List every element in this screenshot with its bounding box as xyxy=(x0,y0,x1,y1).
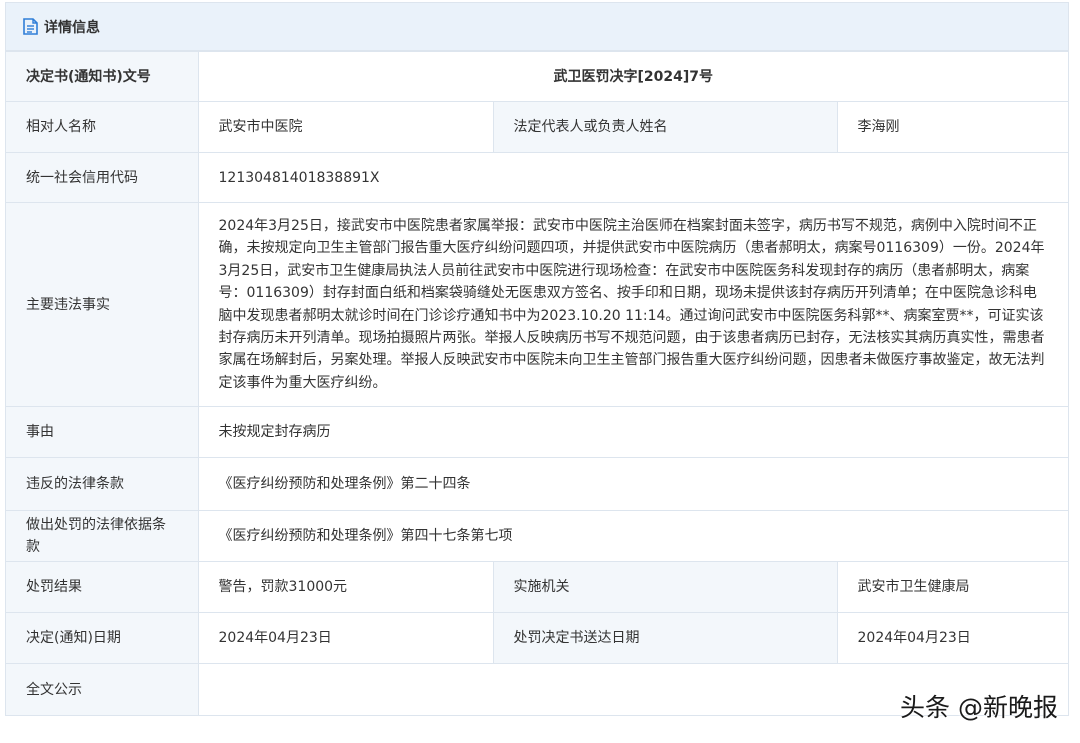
party-label: 相对人名称 xyxy=(6,101,199,153)
panel-title: 详情信息 xyxy=(44,19,100,36)
result-label: 处罚结果 xyxy=(6,561,199,614)
full-text-label: 全文公示 xyxy=(6,663,199,715)
org-label: 实施机关 xyxy=(492,561,838,614)
detail-table: 决定书(通知书)文号 武卫医罚决字[2024]7号 相对人名称 武安市中医院 法… xyxy=(6,51,1068,715)
source-watermark: 头条 @新晚报 xyxy=(900,693,1058,722)
decision-no-value: 武卫医罚决字[2024]7号 xyxy=(197,51,1068,102)
decision-date-label: 决定(通知)日期 xyxy=(6,612,199,665)
row-result: 处罚结果 警告，罚款31000元 实施机关 武安市卫生健康局 xyxy=(6,561,1068,614)
detail-panel: 详情信息 决定书(通知书)文号 武卫医罚决字[2024]7号 相对人名称 武安市… xyxy=(5,2,1069,716)
row-party: 相对人名称 武安市中医院 法定代表人或负责人姓名 李海刚 xyxy=(6,101,1068,153)
delivery-date-label: 处罚决定书送达日期 xyxy=(492,612,838,665)
cause-value: 未按规定封存病历 xyxy=(197,406,1068,459)
row-violated-law: 违反的法律条款 《医疗纠纷预防和处理条例》第二十四条 xyxy=(6,457,1068,512)
result-value: 警告，罚款31000元 xyxy=(197,561,494,614)
facts-value: 2024年3月25日，接武安市中医院患者家属举报：武安市中医院主治医师在档案封面… xyxy=(197,201,1068,408)
representative-label: 法定代表人或负责人姓名 xyxy=(492,101,838,153)
row-facts: 主要违法事实 2024年3月25日，接武安市中医院患者家属举报：武安市中医院主治… xyxy=(6,201,1068,408)
credit-code-value: 12130481401838891X xyxy=(197,152,1068,203)
row-dates: 决定(通知)日期 2024年04月23日 处罚决定书送达日期 2024年04月2… xyxy=(6,612,1068,665)
row-decision-no: 决定书(通知书)文号 武卫医罚决字[2024]7号 xyxy=(6,51,1068,102)
delivery-date-value: 2024年04月23日 xyxy=(836,612,1068,665)
facts-label: 主要违法事实 xyxy=(6,201,199,408)
org-value: 武安市卫生健康局 xyxy=(836,561,1068,614)
decision-date-value: 2024年04月23日 xyxy=(197,612,494,665)
document-icon xyxy=(23,18,38,35)
cause-label: 事由 xyxy=(6,406,199,459)
penalty-basis-label: 做出处罚的法律依据条款 xyxy=(6,510,199,563)
panel-header: 详情信息 xyxy=(6,3,1068,51)
representative-value: 李海刚 xyxy=(836,101,1068,153)
party-value: 武安市中医院 xyxy=(197,101,494,153)
row-credit-code: 统一社会信用代码 12130481401838891X xyxy=(6,152,1068,203)
decision-no-label: 决定书(通知书)文号 xyxy=(6,51,199,102)
violated-law-value: 《医疗纠纷预防和处理条例》第二十四条 xyxy=(197,457,1068,512)
penalty-basis-value: 《医疗纠纷预防和处理条例》第四十七条第七项 xyxy=(197,510,1068,563)
violated-law-label: 违反的法律条款 xyxy=(6,457,199,512)
credit-code-label: 统一社会信用代码 xyxy=(6,152,199,203)
row-cause: 事由 未按规定封存病历 xyxy=(6,406,1068,459)
row-penalty-basis: 做出处罚的法律依据条款 《医疗纠纷预防和处理条例》第四十七条第七项 xyxy=(6,510,1068,563)
